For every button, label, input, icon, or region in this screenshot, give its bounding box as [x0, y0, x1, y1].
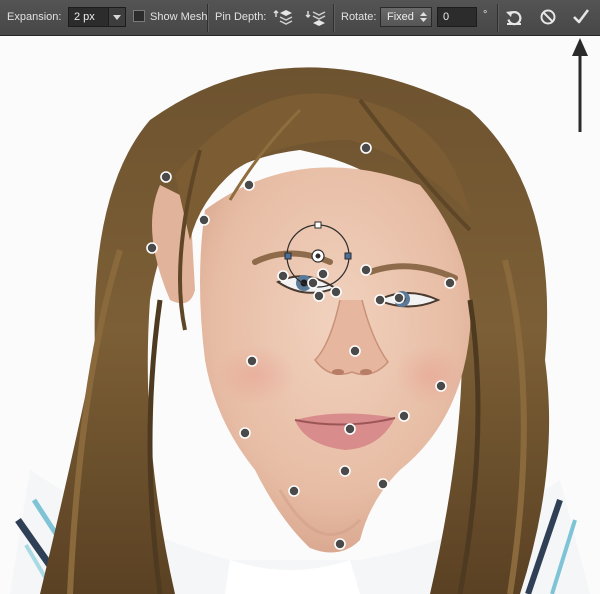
puppet-pin[interactable] — [246, 355, 258, 367]
puppet-pin[interactable] — [344, 423, 356, 435]
commit-checkmark-icon — [573, 9, 590, 24]
document-canvas[interactable] — [0, 36, 600, 594]
selected-puppet-pin[interactable] — [311, 249, 325, 263]
puppet-pin[interactable] — [160, 171, 172, 183]
expansion-input[interactable]: 2 px — [68, 7, 126, 27]
degree-symbol: ° — [483, 9, 488, 21]
toolbar-divider — [497, 4, 498, 32]
updown-arrows-icon — [420, 12, 427, 22]
cancel-icon — [540, 9, 556, 25]
puppet-pin[interactable] — [198, 214, 210, 226]
puppet-warp-options-bar: Expansion: 2 px Show Mesh Pin Depth: Rot… — [0, 0, 600, 36]
puppet-pin[interactable] — [360, 142, 372, 154]
reset-button[interactable] — [504, 7, 524, 27]
expansion-dropdown-button[interactable] — [108, 8, 125, 26]
puppet-pin[interactable] — [374, 294, 386, 306]
toolbar-divider — [207, 4, 208, 32]
reset-icon — [506, 11, 522, 26]
bring-pin-forward-button[interactable] — [272, 8, 294, 28]
puppet-pin[interactable] — [243, 179, 255, 191]
puppet-pin[interactable] — [444, 277, 456, 289]
puppet-pin[interactable] — [313, 290, 325, 302]
puppet-pin[interactable] — [288, 485, 300, 497]
warped-photo — [0, 36, 600, 594]
expansion-value: 2 px — [74, 11, 95, 23]
puppet-pin[interactable] — [360, 264, 372, 276]
puppet-pin[interactable] — [317, 268, 329, 280]
rotate-angle-value: 0 — [443, 11, 450, 23]
bring-pin-forward-icon — [273, 10, 293, 25]
puppet-pin[interactable] — [435, 380, 447, 392]
rotation-handle-left[interactable] — [284, 252, 292, 260]
puppet-pin[interactable] — [330, 286, 342, 298]
rotation-handle-top[interactable] — [314, 221, 322, 229]
puppet-pin[interactable] — [277, 270, 289, 282]
toolbar-divider — [333, 4, 334, 32]
puppet-pin[interactable] — [307, 277, 319, 289]
puppet-pin[interactable] — [377, 478, 389, 490]
puppet-pin[interactable] — [349, 345, 361, 357]
rotate-label: Rotate: — [341, 11, 377, 23]
rotate-mode-value: Fixed — [387, 11, 414, 23]
show-mesh-label: Show Mesh — [150, 11, 208, 23]
puppet-pin[interactable] — [239, 427, 251, 439]
rotate-mode-select[interactable]: Fixed — [380, 7, 432, 27]
commit-button[interactable] — [571, 7, 591, 27]
pin-depth-label: Pin Depth: — [215, 11, 267, 23]
puppet-pin[interactable] — [339, 465, 351, 477]
rotate-angle-input[interactable]: 0 — [437, 7, 477, 27]
chevron-down-icon — [113, 15, 121, 20]
puppet-pin[interactable] — [393, 292, 405, 304]
send-pin-backward-icon — [305, 11, 326, 26]
puppet-pin[interactable] — [334, 538, 346, 550]
cancel-button[interactable] — [538, 7, 558, 27]
send-pin-backward-button[interactable] — [305, 8, 327, 28]
puppet-pin[interactable] — [398, 410, 410, 422]
rotation-handle-right[interactable] — [344, 252, 352, 260]
expansion-label: Expansion: — [7, 11, 62, 23]
puppet-pin[interactable] — [146, 242, 158, 254]
show-mesh-checkbox[interactable] — [133, 10, 145, 22]
